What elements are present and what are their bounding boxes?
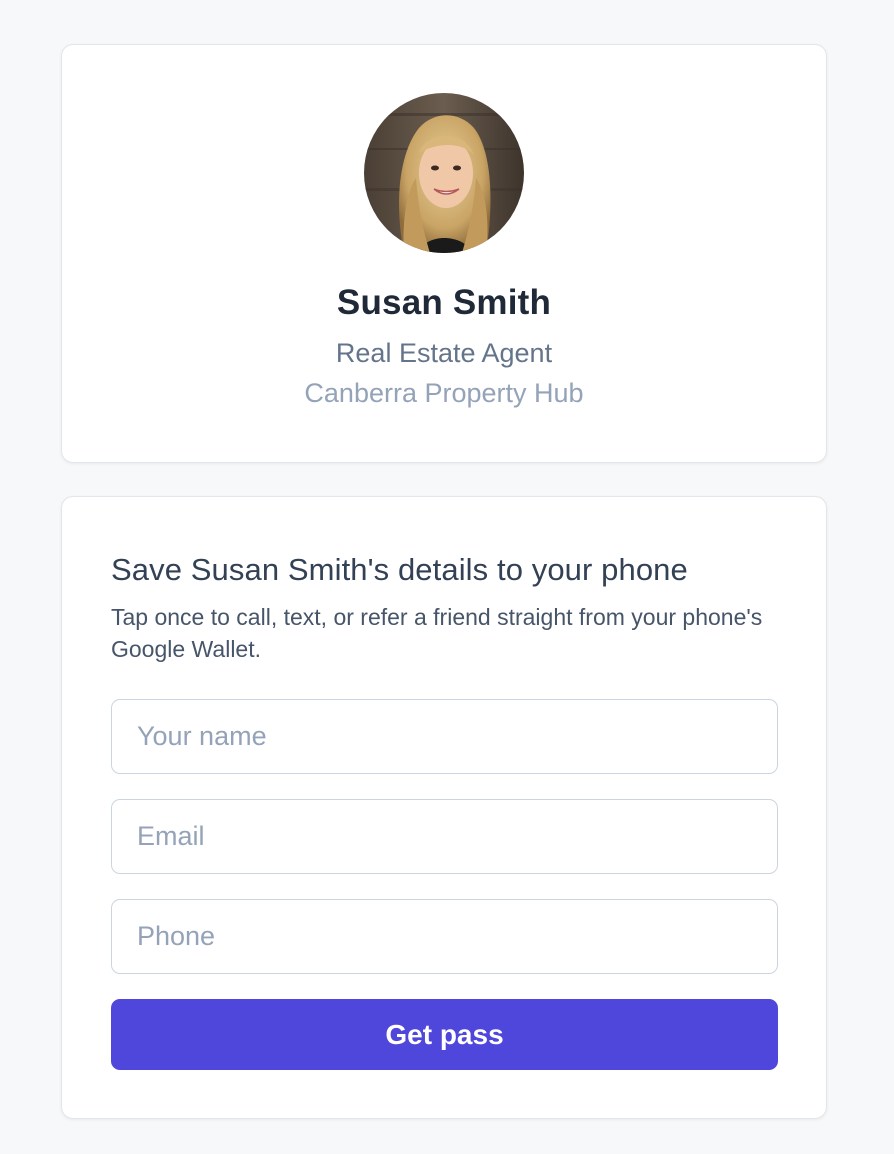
save-contact-form-card: Save Susan Smith's details to your phone… <box>61 496 827 1119</box>
name-field[interactable] <box>111 699 778 774</box>
form-heading: Save Susan Smith's details to your phone <box>111 552 688 587</box>
profile-company: Canberra Property Hub <box>304 378 584 408</box>
form-description: Tap once to call, text, or refer a frien… <box>111 604 763 662</box>
avatar-photo <box>364 93 524 253</box>
get-pass-button[interactable]: Get pass <box>111 999 778 1070</box>
profile-card: Susan Smith Real Estate Agent Canberra P… <box>61 44 827 463</box>
phone-field[interactable] <box>111 899 778 974</box>
profile-name: Susan Smith <box>336 283 552 322</box>
email-field[interactable] <box>111 799 778 874</box>
avatar <box>364 93 524 253</box>
profile-role: Real Estate Agent <box>335 338 553 368</box>
